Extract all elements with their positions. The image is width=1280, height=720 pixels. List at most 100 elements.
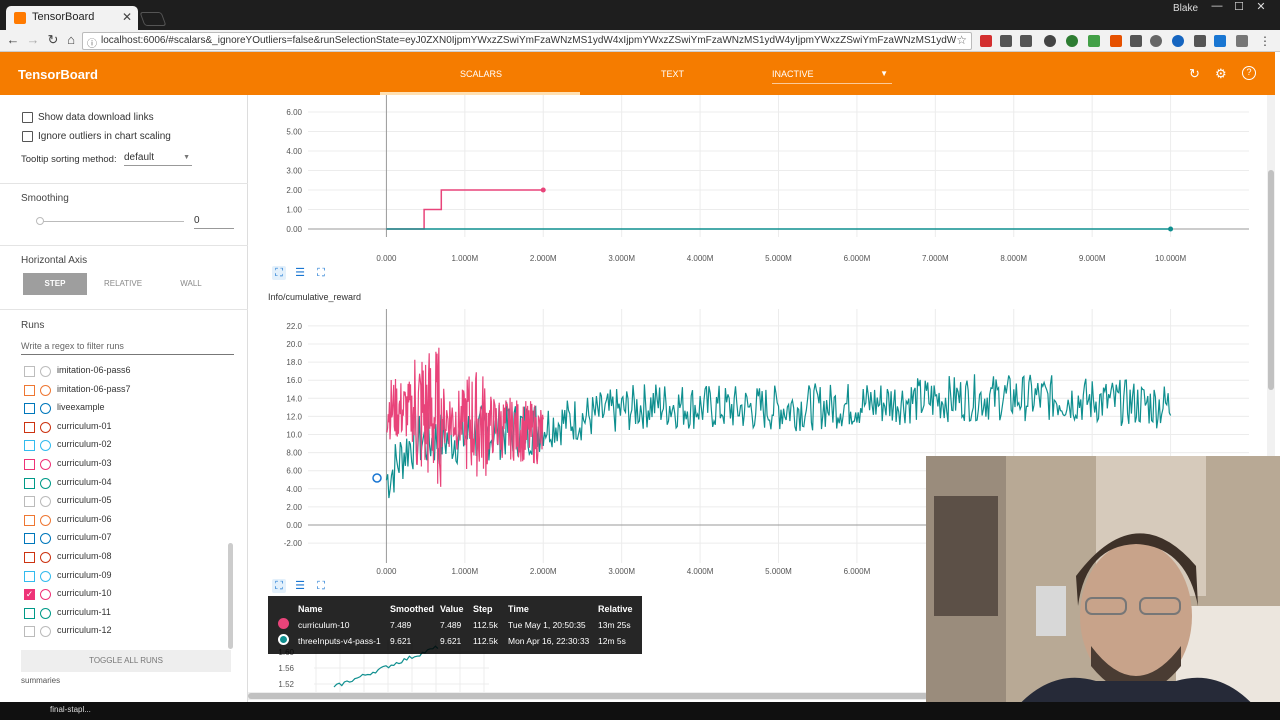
step-chart[interactable]: 6.00 5.00 4.00 3.00 2.00 1.00 0.00 0.000 1.000M 2…	[286, 95, 1249, 263]
run-color-swatch[interactable]	[40, 607, 51, 619]
extension-icon[interactable]	[1110, 35, 1122, 47]
run-list-scrollbar[interactable]	[228, 543, 233, 649]
taskbar-item[interactable]: final-stapl...	[50, 705, 91, 714]
haxis-relative-button[interactable]: RELATIVE	[92, 273, 154, 295]
site-info-icon[interactable]: ⓘ	[87, 35, 97, 50]
run-checkbox[interactable]	[24, 477, 35, 489]
refresh-icon[interactable]: ↻	[1189, 66, 1200, 82]
maximize-icon[interactable]: ☐	[1228, 0, 1250, 13]
run-checkbox[interactable]	[24, 533, 35, 545]
toggle-log-scale-icon[interactable]: ☰	[293, 579, 307, 593]
run-checkbox[interactable]	[24, 626, 35, 638]
extension-icon[interactable]	[1044, 35, 1056, 47]
expand-chart-icon[interactable]: ⛶	[272, 579, 286, 593]
run-color-swatch[interactable]	[40, 514, 51, 526]
tooltip-header-step: Step	[473, 604, 493, 614]
run-color-swatch[interactable]	[40, 533, 51, 545]
run-name: curriculum-07	[57, 532, 112, 543]
tooltip-row-smoothed: 7.489	[390, 620, 412, 630]
tooltip-row-time: Mon Apr 16, 22:30:33	[508, 636, 590, 646]
profile-name[interactable]: Blake	[1173, 3, 1198, 14]
run-color-swatch[interactable]	[40, 589, 51, 601]
smoothing-value-input[interactable]: 0	[194, 215, 234, 229]
home-icon[interactable]: ⌂	[62, 32, 80, 47]
y-tick-label: 1.00	[286, 206, 302, 215]
extension-icon[interactable]	[1130, 35, 1142, 47]
show-download-links-checkbox[interactable]	[22, 112, 33, 123]
haxis-wall-button[interactable]: WALL	[160, 273, 222, 295]
extension-icon[interactable]	[1172, 35, 1184, 47]
run-checkbox[interactable]	[24, 570, 35, 582]
browser-menu-icon[interactable]: ⋮	[1256, 34, 1274, 48]
close-tab-icon[interactable]: ✕	[122, 10, 132, 24]
run-checkbox[interactable]	[24, 384, 35, 396]
tooltip-series-dot	[278, 618, 289, 629]
smoothing-slider-handle[interactable]	[36, 217, 44, 225]
run-color-swatch[interactable]	[40, 477, 51, 489]
run-color-swatch[interactable]	[40, 440, 51, 452]
extension-icon[interactable]	[1066, 35, 1078, 47]
reload-icon[interactable]: ↻	[44, 32, 62, 48]
toggle-all-runs-button[interactable]: TOGGLE ALL RUNS	[21, 650, 231, 672]
minimize-icon[interactable]: —	[1206, 0, 1228, 12]
tooltip-sort-select[interactable]: default ▼	[124, 152, 192, 166]
horizontal-scrollbar[interactable]	[248, 692, 928, 700]
ignore-outliers-checkbox[interactable]	[22, 131, 33, 142]
extension-icon[interactable]	[1150, 35, 1162, 47]
smoothing-slider-track[interactable]	[40, 221, 184, 222]
run-checkbox[interactable]: ✓	[24, 589, 35, 601]
extension-icon[interactable]	[1000, 35, 1012, 47]
run-checkbox[interactable]	[24, 366, 35, 377]
run-color-swatch[interactable]	[40, 403, 51, 415]
run-color-swatch[interactable]	[40, 421, 51, 433]
run-checkbox[interactable]	[24, 552, 35, 563]
run-color-swatch[interactable]	[40, 496, 51, 508]
haxis-step-button[interactable]: STEP	[23, 273, 87, 295]
tooltip-row-step: 112.5k	[473, 620, 498, 630]
run-color-swatch[interactable]	[40, 459, 51, 470]
y-tick-label: 4.00	[286, 147, 302, 156]
run-checkbox[interactable]	[24, 421, 35, 433]
address-bar[interactable]: ⓘ localhost:6006/#scalars&_ignoreYOutlie…	[82, 32, 972, 50]
tab-text[interactable]: TEXT	[661, 69, 684, 79]
extension-icon[interactable]	[1194, 35, 1206, 47]
inactive-plugins-select[interactable]: INACTIVE ▼	[772, 69, 892, 84]
extension-icon[interactable]	[1088, 35, 1100, 47]
y-tick-label: 1.56	[278, 664, 294, 673]
y-tick-label: 20.0	[286, 340, 302, 349]
x-tick-label: 0.000	[376, 254, 397, 263]
browser-tab[interactable]: TensorBoard ✕	[6, 6, 138, 30]
help-icon[interactable]: ?	[1242, 66, 1256, 80]
fit-domain-icon[interactable]: ⛶	[314, 579, 328, 593]
x-tick-label: 7.000M	[922, 254, 949, 263]
extension-icon[interactable]	[980, 35, 992, 47]
run-color-swatch[interactable]	[40, 570, 51, 582]
run-checkbox[interactable]	[24, 496, 35, 508]
run-checkbox[interactable]	[24, 403, 35, 415]
run-color-swatch[interactable]	[40, 626, 51, 638]
extension-icon[interactable]	[1020, 35, 1032, 47]
run-filter-input[interactable]: Write a regex to filter runs	[21, 341, 234, 355]
run-color-swatch[interactable]	[40, 384, 51, 396]
extension-icon[interactable]	[1214, 35, 1226, 47]
tooltip-header-relative: Relative	[598, 604, 633, 614]
forward-icon[interactable]: →	[24, 32, 42, 47]
run-checkbox[interactable]	[24, 607, 35, 619]
extension-icon[interactable]	[1236, 35, 1248, 47]
run-color-swatch[interactable]	[40, 552, 51, 563]
window-close-icon[interactable]: ✕	[1250, 0, 1272, 13]
settings-gear-icon[interactable]: ⚙	[1215, 66, 1227, 82]
back-icon[interactable]: ←	[4, 32, 22, 47]
new-tab-button[interactable]	[139, 12, 167, 26]
toggle-log-scale-icon[interactable]: ☰	[293, 266, 307, 280]
fit-domain-icon[interactable]: ⛶	[314, 266, 328, 280]
run-checkbox[interactable]	[24, 514, 35, 526]
run-color-swatch[interactable]	[40, 366, 51, 377]
expand-chart-icon[interactable]: ⛶	[272, 266, 286, 280]
run-checkbox[interactable]	[24, 459, 35, 470]
run-checkbox[interactable]	[24, 440, 35, 452]
bookmark-star-icon[interactable]: ☆	[956, 33, 967, 47]
inactive-select-value: INACTIVE	[772, 69, 814, 79]
tab-scalars[interactable]: SCALARS	[460, 69, 502, 79]
tooltip-row-name: curriculum-10	[298, 620, 350, 630]
